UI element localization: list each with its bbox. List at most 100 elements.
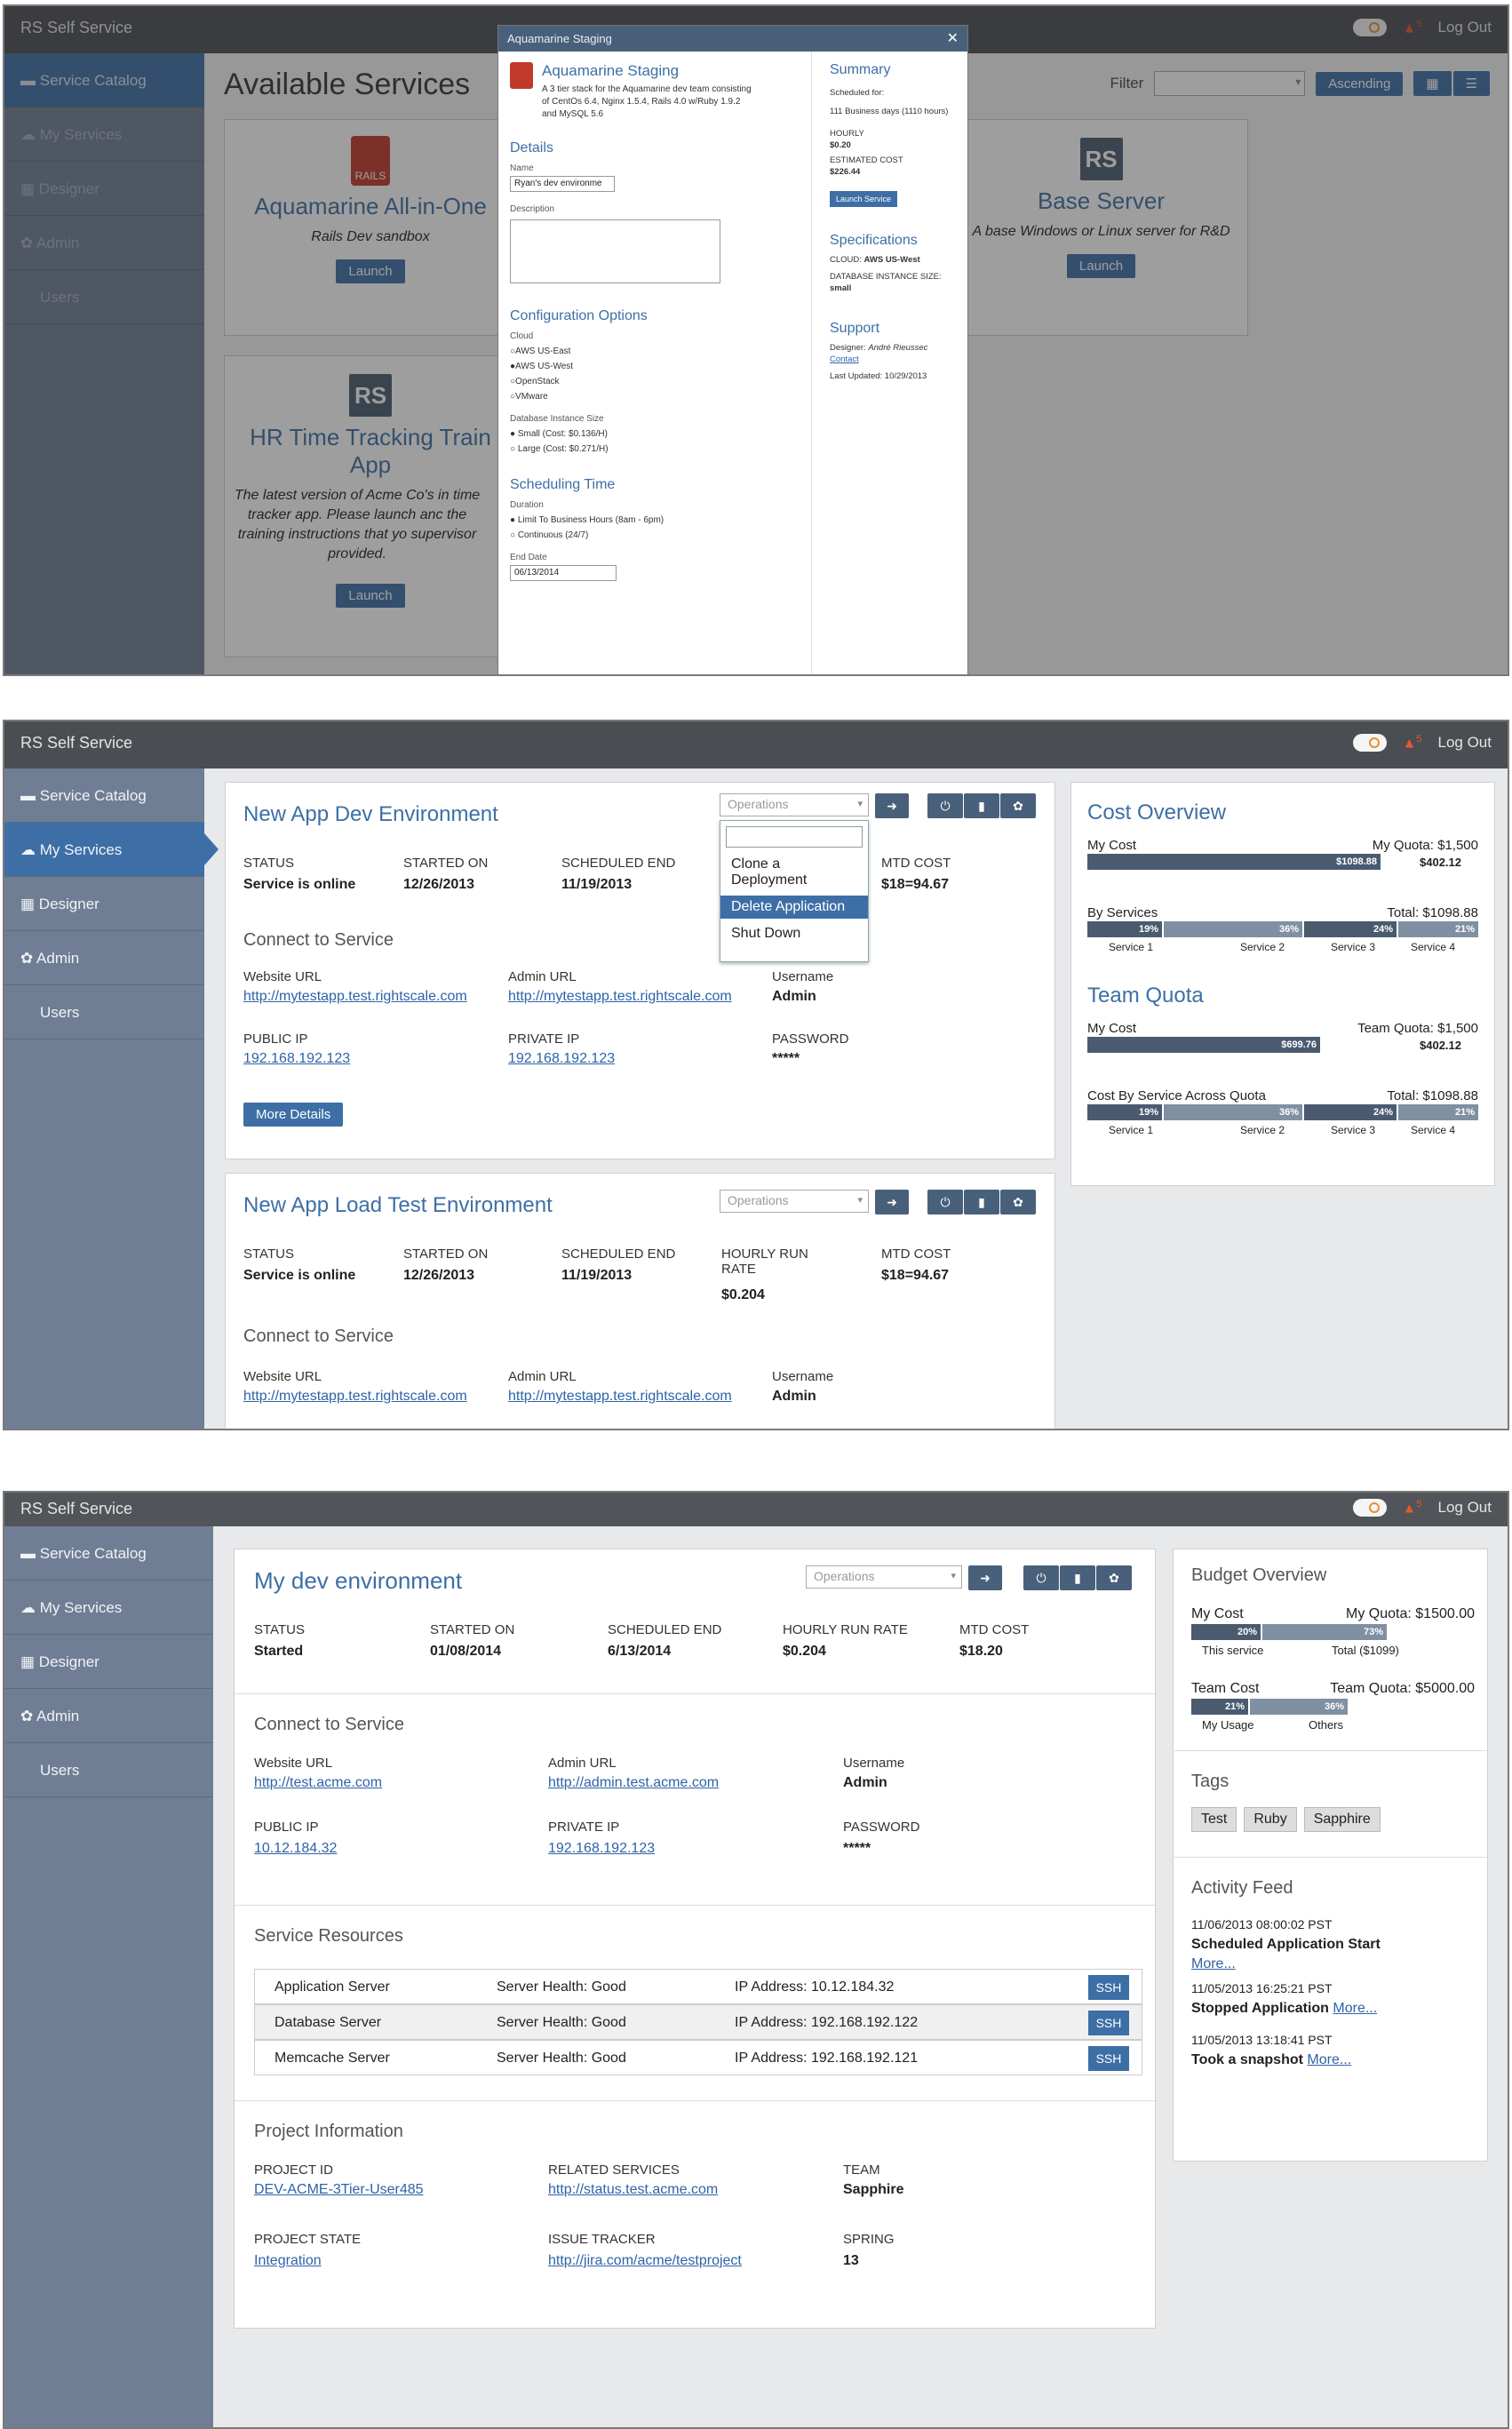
config-heading: Configuration Options <box>510 308 648 323</box>
trash-icon[interactable]: ▮ <box>1060 1565 1095 1590</box>
tag-chip[interactable]: Test <box>1191 1807 1237 1832</box>
description-field[interactable] <box>510 219 720 283</box>
menu-item-delete[interactable]: Delete Application <box>720 896 868 919</box>
go-arrow-icon[interactable]: ➜ <box>875 1190 909 1214</box>
sidebar-item-users[interactable]: Users <box>4 1743 213 1797</box>
project-heading: Project Information <box>254 2122 403 2141</box>
launch-service-button[interactable]: Launch Service <box>830 191 898 207</box>
menu-search-input[interactable] <box>726 826 863 848</box>
budget-bar: 21% <box>1191 1699 1248 1715</box>
sidebar-item-designer[interactable]: ▦ Designer <box>4 1635 213 1689</box>
public-ip-link[interactable]: 192.168.192.123 <box>243 1051 350 1067</box>
power-icon[interactable]: ⏻ <box>927 1190 963 1214</box>
resource-row: Database Server Server Health: Good IP Add… <box>254 2004 1142 2040</box>
sidebar-item-catalog[interactable]: ▬ Service Catalog <box>4 1526 213 1581</box>
feed-more-link[interactable]: More... <box>1333 2001 1377 2016</box>
sidebar-item-users[interactable]: Users <box>4 985 204 1039</box>
details-heading: Details <box>510 140 553 155</box>
operations-select[interactable]: Operations <box>806 1565 962 1589</box>
website-link[interactable]: http://mytestapp.test.rightscale.com <box>243 1389 467 1405</box>
db-spec: small <box>830 283 852 293</box>
connect-heading: Connect to Service <box>243 930 394 950</box>
related-link[interactable]: http://status.test.acme.com <box>548 2182 718 2198</box>
operations-select[interactable]: Operations <box>720 1190 869 1213</box>
gear-icon[interactable]: ✿ <box>1000 793 1036 818</box>
resource-row: Memcache Server Server Health: Good IP Add… <box>254 2040 1142 2075</box>
team-cost-bar: $699.76 <box>1087 1037 1320 1053</box>
budget-heading: Budget Overview <box>1191 1565 1327 1585</box>
close-icon[interactable]: ✕ <box>947 29 959 47</box>
rails-icon <box>510 62 533 89</box>
sidebar-item-designer[interactable]: ▦ Designer <box>4 877 204 931</box>
project-state-link[interactable]: Integration <box>254 2253 322 2269</box>
resource-row: Application Server Server Health: Good IP … <box>254 1969 1142 2004</box>
gear-icon[interactable]: ✿ <box>1000 1190 1036 1214</box>
feed-more-link[interactable]: More... <box>1191 1956 1236 1972</box>
operations-select[interactable]: Operations <box>720 793 869 816</box>
trash-icon[interactable]: ▮ <box>964 793 999 818</box>
duration-radio[interactable]: ○ Continuous (24/7) <box>510 530 800 540</box>
private-ip-link[interactable]: 192.168.192.123 <box>548 1841 655 1857</box>
private-ip-link[interactable]: 192.168.192.123 <box>508 1051 615 1067</box>
db-radio[interactable]: ○ Large (Cost: $0.271/H) <box>510 444 800 454</box>
website-link[interactable]: http://test.acme.com <box>254 1775 382 1791</box>
db-radio[interactable]: ● Small (Cost: $0.136/H) <box>510 429 800 439</box>
sidebar-item-my-services[interactable]: ☁ My Services <box>4 823 219 877</box>
sidebar-item-admin[interactable]: ✿ Admin <box>4 1689 213 1743</box>
sidebar-item-my-services[interactable]: ☁ My Services <box>4 1581 213 1635</box>
service-bar: 19% <box>1087 1104 1162 1120</box>
website-link[interactable]: http://mytestapp.test.rightscale.com <box>243 989 467 1005</box>
more-details-button[interactable]: More Details <box>243 1103 344 1127</box>
menu-item-shutdown[interactable]: Shut Down <box>720 922 868 945</box>
sidebar-item-admin[interactable]: ✿ Admin <box>4 931 204 985</box>
tag-chip[interactable]: Sapphire <box>1303 1807 1381 1832</box>
go-arrow-icon[interactable]: ➜ <box>875 793 909 818</box>
sidebar-item-catalog[interactable]: ▬ Service Catalog <box>4 769 204 823</box>
ssh-button[interactable]: SSH <box>1088 2046 1129 2071</box>
public-ip-link[interactable]: 10.12.184.32 <box>254 1841 337 1857</box>
operations-menu: Clone a Deployment Delete Application Sh… <box>720 820 869 962</box>
logout-link[interactable]: Log Out <box>1438 1499 1492 1517</box>
gear-icon[interactable]: ✿ <box>1096 1565 1132 1590</box>
power-icon[interactable]: ⏻ <box>927 793 963 818</box>
name-field[interactable]: Ryan's dev environme <box>510 176 615 192</box>
alert-icon[interactable]: ▲5 <box>1403 734 1422 752</box>
search-icon[interactable] <box>1352 1499 1387 1517</box>
duration-radio[interactable]: ● Limit To Business Hours (8am - 6pm) <box>510 515 800 525</box>
resources-heading: Service Resources <box>254 1926 403 1946</box>
tag-chip[interactable]: Ruby <box>1244 1807 1297 1832</box>
status-value: Service is online <box>243 1268 356 1283</box>
alert-icon[interactable]: ▲5 <box>1403 1499 1422 1517</box>
cloud-radio[interactable]: ●AWS US-West <box>510 362 800 371</box>
admin-link[interactable]: http://admin.test.acme.com <box>548 1775 719 1791</box>
ssh-button[interactable]: SSH <box>1088 1975 1129 2000</box>
description-label: Description <box>510 204 555 214</box>
cloud-radio[interactable]: ○OpenStack <box>510 377 800 386</box>
search-icon[interactable] <box>1352 734 1387 753</box>
service-title: New App Dev Environment <box>243 802 498 826</box>
issue-tracker-link[interactable]: http://jira.com/acme/testproject <box>548 2253 742 2269</box>
admin-link[interactable]: http://mytestapp.test.rightscale.com <box>508 989 732 1005</box>
logout-link[interactable]: Log Out <box>1438 734 1492 752</box>
feed-more-link[interactable]: More... <box>1307 2052 1351 2067</box>
go-arrow-icon[interactable]: ➜ <box>968 1565 1002 1590</box>
cloud-radio[interactable]: ○AWS US-East <box>510 346 800 356</box>
status-value: Started <box>254 1644 304 1659</box>
power-icon[interactable]: ⏻ <box>1023 1565 1059 1590</box>
ssh-button[interactable]: SSH <box>1088 2011 1129 2035</box>
cloud-radio[interactable]: ○VMware <box>510 392 800 402</box>
trash-icon[interactable]: ▮ <box>964 1190 999 1214</box>
service-bar: 19% <box>1087 921 1162 937</box>
team-value: Sapphire <box>843 2182 904 2197</box>
top-bar: RS Self Service ▲5 Log Out <box>4 721 1508 769</box>
feed-item: Took a snapshot <box>1191 2052 1303 2067</box>
end-date-field[interactable]: 06/13/2014 <box>510 565 617 581</box>
service-title: New App Load Test Environment <box>243 1193 553 1217</box>
cost-title: Cost Overview <box>1087 800 1227 824</box>
admin-link[interactable]: http://mytestapp.test.rightscale.com <box>508 1389 732 1405</box>
menu-item-clone[interactable]: Clone a Deployment <box>720 853 868 892</box>
rate-value: $0.204 <box>783 1644 826 1659</box>
project-id-link[interactable]: DEV-ACME-3Tier-User485 <box>254 2182 424 2198</box>
cloud-label: Cloud <box>510 331 534 341</box>
contact-link[interactable]: Contact <box>830 354 959 365</box>
